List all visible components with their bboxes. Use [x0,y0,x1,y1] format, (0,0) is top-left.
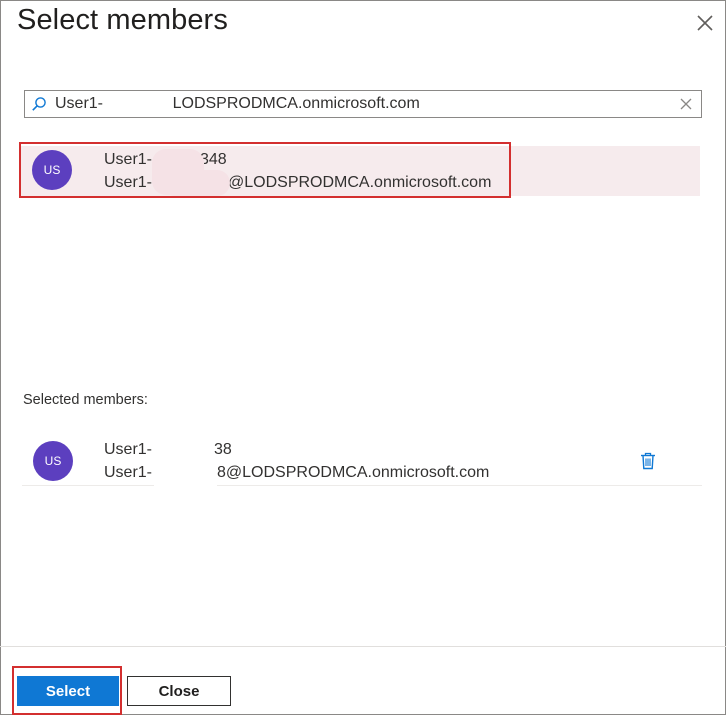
selected-members-label: Selected members: [23,392,148,408]
result-email-end: @LODSPRODMCA.onmicrosoft.com [228,174,492,191]
avatar-initials: US [44,454,62,468]
trash-icon[interactable] [640,452,656,470]
close-icon[interactable] [694,12,716,34]
select-button[interactable]: Select [17,676,119,706]
selected-email-end: 8@LODSPRODMCA.onmicrosoft.com [217,464,490,481]
avatar: US [33,441,73,481]
selected-name-start: User1- [104,441,153,458]
dialog-title: Select members [17,4,228,36]
avatar-initials: US [43,163,61,177]
result-name-start: User1- [104,151,153,168]
close-button[interactable]: Close [127,676,231,706]
selected-redaction-2 [160,462,217,486]
selected-name-end: 38 [214,441,232,458]
footer-divider [0,646,726,647]
selected-email-start: User1- [104,464,153,481]
result-name-end: 348 [200,151,227,168]
clear-icon[interactable] [679,97,693,111]
result-email-start: User1- [104,174,153,191]
search-redaction [106,94,172,114]
avatar: US [32,150,72,190]
result-redaction-2 [162,170,230,196]
search-icon [32,97,46,111]
